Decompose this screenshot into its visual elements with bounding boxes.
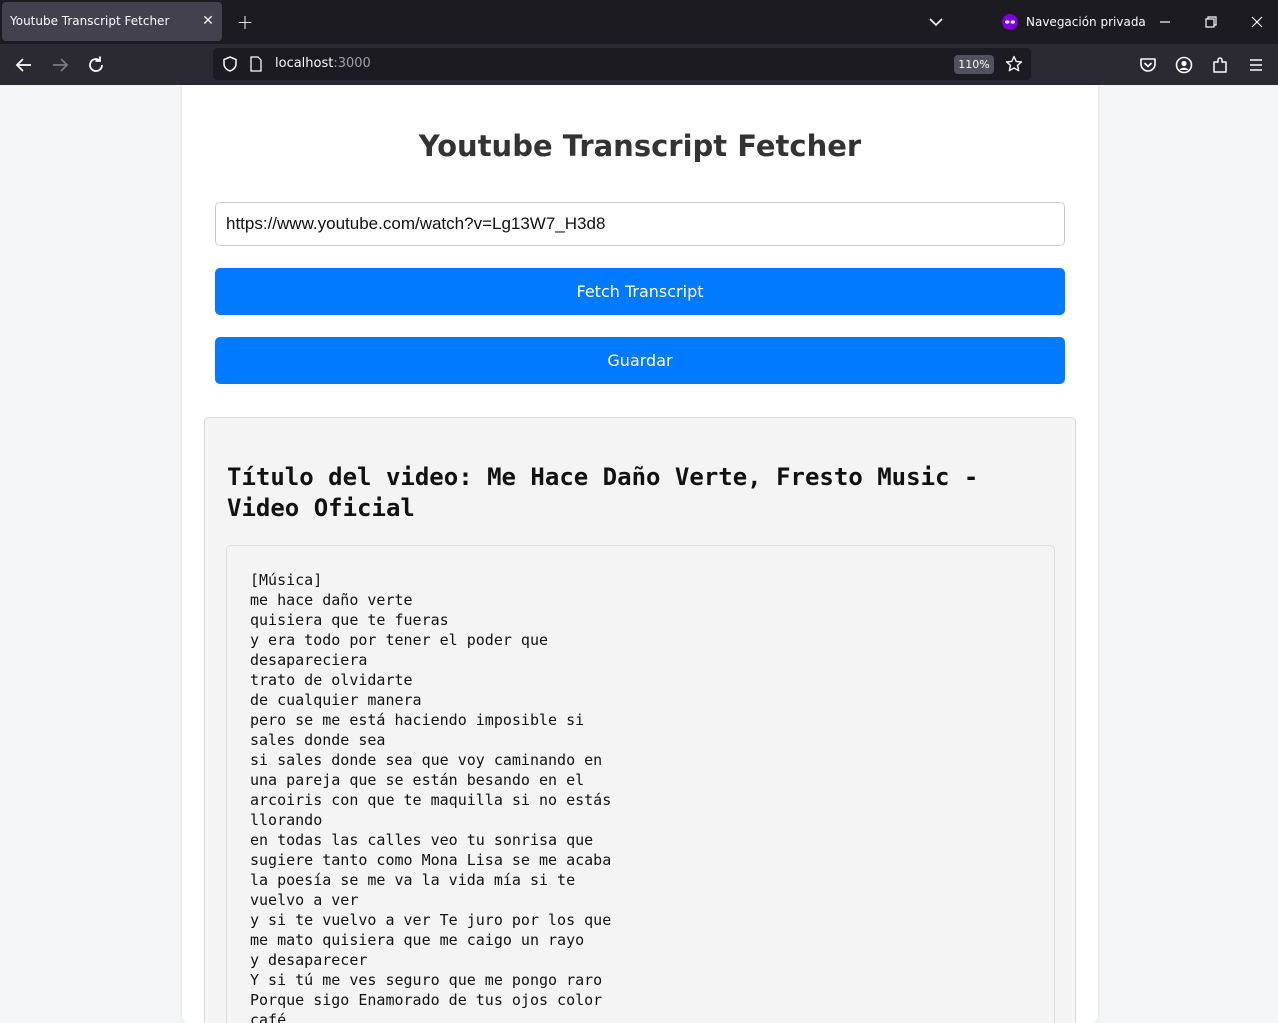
page-title: Youtube Transcript Fetcher [418, 129, 862, 163]
transcript-line: desapareciera [250, 651, 368, 669]
transcript-line: café [250, 1011, 287, 1023]
transcript-line: quisiera que te fueras [250, 611, 449, 629]
url-host: localhost [275, 56, 334, 71]
url-text[interactable]: localhost:3000 [275, 56, 371, 71]
private-mask-icon [1002, 14, 1018, 30]
transcript-line: pero se me está haciendo imposible si [250, 711, 585, 729]
save-button[interactable]: Guardar [215, 337, 1065, 384]
youtube-url-input[interactable] [215, 202, 1065, 246]
zoom-level-badge[interactable]: 110% [954, 55, 994, 74]
reload-icon[interactable] [85, 54, 107, 76]
forward-icon[interactable] [49, 54, 71, 76]
chevron-down-icon[interactable] [926, 12, 946, 32]
minimize-icon[interactable] [1155, 12, 1175, 32]
transcript-line: una pareja que se están besando en el [250, 771, 585, 789]
private-browsing-indicator: Navegación privada [1002, 12, 1146, 32]
result-panel: Título del video: Me Hace Daño Verte, Fr… [204, 417, 1076, 1023]
tab-title: Youtube Transcript Fetcher [10, 14, 170, 28]
url-port: :3000 [333, 56, 371, 71]
address-bar[interactable]: localhost:3000 110% [213, 48, 1031, 80]
transcript-line: trato de olvidarte [250, 671, 413, 689]
page-icon [250, 56, 262, 72]
shield-icon[interactable] [221, 55, 239, 73]
main-card: Youtube Transcript Fetcher Fetch Transcr… [182, 85, 1098, 1023]
transcript-line: la poesía se me va la vida mía si te [250, 871, 576, 889]
transcript-line: vuelvo a ver [250, 891, 359, 909]
navigation-bar: localhost:3000 110% [0, 44, 1278, 85]
video-title-line-1: Título del video: Me Hace Daño Verte, Fr… [227, 463, 979, 491]
tab-bar: Youtube Transcript Fetcher ✕ + Navegació… [0, 0, 1278, 44]
tab-youtube-transcript-fetcher[interactable]: Youtube Transcript Fetcher ✕ [2, 2, 222, 41]
transcript-line: en todas las calles veo tu sonrisa que [250, 831, 594, 849]
transcript-line: sales donde sea [250, 731, 386, 749]
pocket-icon[interactable] [1137, 54, 1159, 76]
private-browsing-label: Navegación privada [1026, 15, 1146, 29]
back-icon[interactable] [13, 54, 35, 76]
bookmark-star-icon[interactable] [1005, 55, 1023, 73]
extensions-icon[interactable] [1209, 54, 1231, 76]
new-tab-button[interactable]: + [234, 11, 256, 33]
close-window-icon[interactable] [1247, 12, 1267, 32]
transcript-line: y si te vuelvo a ver Te juro por los que [250, 911, 612, 929]
transcript-line: Y si tú me ves seguro que me pongo raro [250, 971, 603, 989]
transcript-line: Porque sigo Enamorado de tus ojos color [250, 991, 603, 1009]
close-tab-icon[interactable]: ✕ [199, 12, 217, 30]
transcript-line: y desaparecer [250, 951, 368, 969]
transcript-box[interactable]: [Música] me hace daño verte quisiera que t… [226, 545, 1055, 1023]
transcript-line: me mato quisiera que me caigo un rayo [250, 931, 585, 949]
transcript-line: de cualquier manera [250, 691, 422, 709]
video-title: Título del video: Me Hace Daño Verte, Fr… [227, 462, 1027, 524]
video-title-line-2: Video Oficial [227, 494, 415, 522]
transcript-line: sugiere tanto como Mona Lisa se me acaba [250, 851, 612, 869]
menu-icon[interactable] [1245, 54, 1267, 76]
transcript-line: llorando [250, 811, 323, 829]
transcript-line: arcoiris con que te maquilla si no estás [250, 791, 612, 809]
transcript-text: [Música] me hace daño verte quisiera que t… [250, 570, 611, 1023]
restore-icon[interactable] [1201, 12, 1221, 32]
transcript-line: y era todo por tener el poder que [250, 631, 549, 649]
account-icon[interactable] [1173, 54, 1195, 76]
fetch-transcript-button[interactable]: Fetch Transcript [215, 268, 1065, 315]
transcript-line: [Música] [250, 571, 323, 589]
transcript-line: si sales donde sea que voy caminando en [250, 751, 603, 769]
transcript-line: me hace daño verte [250, 591, 413, 609]
